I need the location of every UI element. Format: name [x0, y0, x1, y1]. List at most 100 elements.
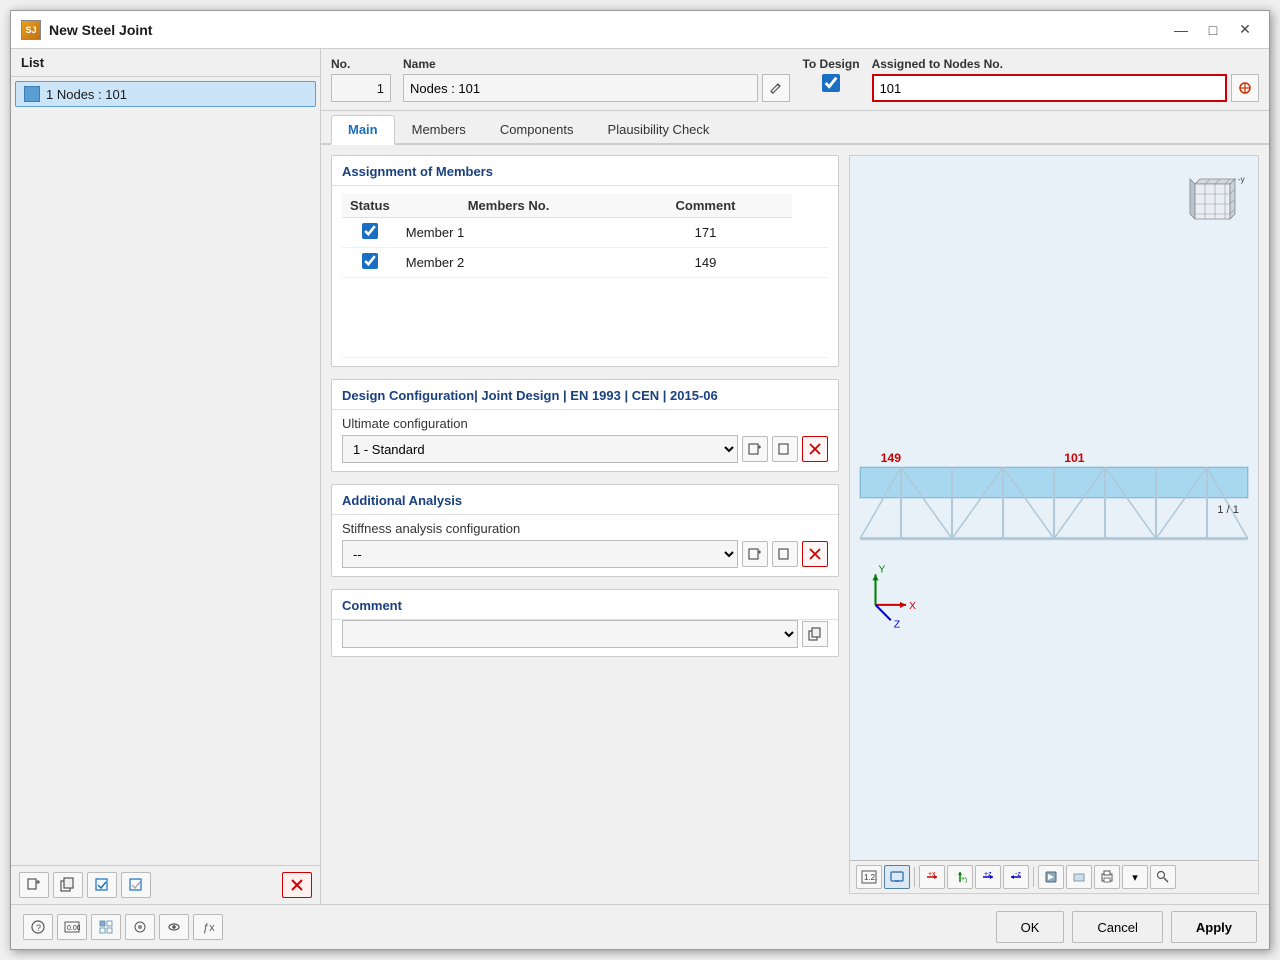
vp-view-z-button[interactable]: +z [975, 865, 1001, 889]
truss-viewport: 149 101 1 / 1 X Y [850, 156, 1258, 860]
viewport-toolbar: 1.2.3 +x +y +z [850, 860, 1258, 893]
uncheck-all-button[interactable] [121, 872, 151, 898]
additional-analysis-title: Additional Analysis [332, 485, 838, 515]
row1-checkbox-cell [342, 218, 398, 248]
design-config-section: Design Configuration| Joint Design | EN … [331, 379, 839, 472]
stiffness-delete-button[interactable] [802, 541, 828, 567]
vp-view-y-button[interactable]: +y [947, 865, 973, 889]
number-input[interactable] [331, 74, 391, 102]
number-field-group: No. [331, 57, 391, 102]
vp-more-button[interactable]: ▾ [1122, 865, 1148, 889]
bottom-bar: ? 0.00 ƒx OK Cancel Apply [11, 904, 1269, 949]
right-panel: No. Name To Design [321, 49, 1269, 904]
grid-button[interactable] [91, 914, 121, 940]
main-content: List 1 Nodes : 101 [11, 49, 1269, 904]
ultimate-new-button[interactable] [742, 436, 768, 462]
col-members-no: Members No. [398, 194, 620, 218]
to-design-group: To Design [802, 57, 859, 92]
tab-plausibility[interactable]: Plausibility Check [591, 115, 727, 145]
assigned-group: Assigned to Nodes No. [872, 57, 1259, 102]
eye-button[interactable] [159, 914, 189, 940]
apply-button[interactable]: Apply [1171, 911, 1257, 943]
ultimate-dropdown-row: 1 - Standard [332, 435, 838, 471]
stiffness-edit-button[interactable] [772, 541, 798, 567]
svg-text:-y: -y [1238, 175, 1245, 184]
ultimate-config-select[interactable]: 1 - Standard [342, 435, 738, 463]
window-controls: — □ ✕ [1167, 18, 1259, 42]
content-area: Assignment of Members Status Members No.… [321, 145, 1269, 904]
nav-cube-icon: -y [1180, 164, 1250, 234]
table-row: Member 2 149 [342, 248, 828, 278]
tab-members[interactable]: Members [395, 115, 483, 145]
cancel-button[interactable]: Cancel [1072, 911, 1162, 943]
vp-render-button[interactable] [1038, 865, 1064, 889]
dialog-buttons: OK Cancel Apply [996, 911, 1257, 943]
copy-item-button[interactable] [53, 872, 83, 898]
member1-checkbox[interactable] [362, 223, 378, 239]
svg-text:0.00: 0.00 [67, 925, 80, 932]
comment-title: Comment [332, 590, 838, 620]
col-status: Status [342, 194, 398, 218]
vp-solid-button[interactable] [1066, 865, 1092, 889]
viewport-3d[interactable]: -y [850, 156, 1258, 860]
window-title: New Steel Joint [49, 22, 1159, 38]
display-settings-button[interactable] [125, 914, 155, 940]
delete-item-button[interactable] [282, 872, 312, 898]
list-item-icon [24, 86, 40, 102]
row1-number: 171 [619, 218, 791, 248]
row2-number: 149 [619, 248, 791, 278]
tab-components[interactable]: Components [483, 115, 591, 145]
vp-coords-button[interactable]: 1.2.3 [856, 865, 882, 889]
comment-input[interactable] [342, 620, 798, 648]
formula-button[interactable]: ƒx [193, 914, 223, 940]
check-all-button[interactable] [87, 872, 117, 898]
app-icon: SJ [21, 20, 41, 40]
ultimate-delete-button[interactable] [802, 436, 828, 462]
row2-member-label: Member 2 [398, 248, 620, 278]
svg-text:1 / 1: 1 / 1 [1217, 504, 1239, 516]
comment-copy-button[interactable] [802, 621, 828, 647]
minimize-button[interactable]: — [1167, 18, 1195, 42]
assigned-input[interactable] [872, 74, 1227, 102]
new-item-button[interactable] [19, 872, 49, 898]
member2-checkbox[interactable] [362, 253, 378, 269]
vp-search-button[interactable] [1150, 865, 1176, 889]
stiffness-config-select[interactable]: -- [342, 540, 738, 568]
ultimate-edit-button[interactable] [772, 436, 798, 462]
assigned-input-row [872, 74, 1259, 102]
row2-checkbox-cell [342, 248, 398, 278]
assigned-pick-button[interactable] [1231, 74, 1259, 102]
svg-text:+x: +x [928, 871, 936, 878]
list-item[interactable]: 1 Nodes : 101 [15, 81, 316, 107]
vp-view-negz-button[interactable]: -z [1003, 865, 1029, 889]
name-label: Name [403, 57, 790, 71]
help-button[interactable]: ? [23, 914, 53, 940]
vp-print-button[interactable] [1094, 865, 1120, 889]
stiffness-new-button[interactable] [742, 541, 768, 567]
comment-section: Comment [331, 589, 839, 657]
to-design-checkbox[interactable] [822, 74, 840, 92]
svg-text:?: ? [36, 923, 41, 933]
tabs-row: Main Members Components Plausibility Che… [321, 115, 1269, 145]
list-footer [11, 865, 320, 904]
close-button[interactable]: ✕ [1231, 18, 1259, 42]
svg-text:1.2.3: 1.2.3 [864, 873, 877, 882]
ok-button[interactable]: OK [996, 911, 1065, 943]
name-input[interactable] [403, 74, 758, 102]
number-label: No. [331, 57, 391, 71]
vp-sep2 [1033, 867, 1034, 887]
tab-main[interactable]: Main [331, 115, 395, 145]
svg-text:ƒx: ƒx [203, 922, 215, 934]
vp-display-button[interactable] [884, 865, 910, 889]
decimal-button[interactable]: 0.00 [57, 914, 87, 940]
svg-text:Y: Y [879, 564, 886, 575]
additional-analysis-section: Additional Analysis Stiffness analysis c… [331, 484, 839, 577]
table-row: Member 1 171 [342, 218, 828, 248]
vp-sep1 [914, 867, 915, 887]
svg-text:-z: -z [1015, 871, 1021, 878]
name-edit-button[interactable] [762, 74, 790, 102]
maximize-button[interactable]: □ [1199, 18, 1227, 42]
list-header: List [11, 49, 320, 77]
assignment-title: Assignment of Members [332, 156, 838, 186]
vp-view-x-button[interactable]: +x [919, 865, 945, 889]
